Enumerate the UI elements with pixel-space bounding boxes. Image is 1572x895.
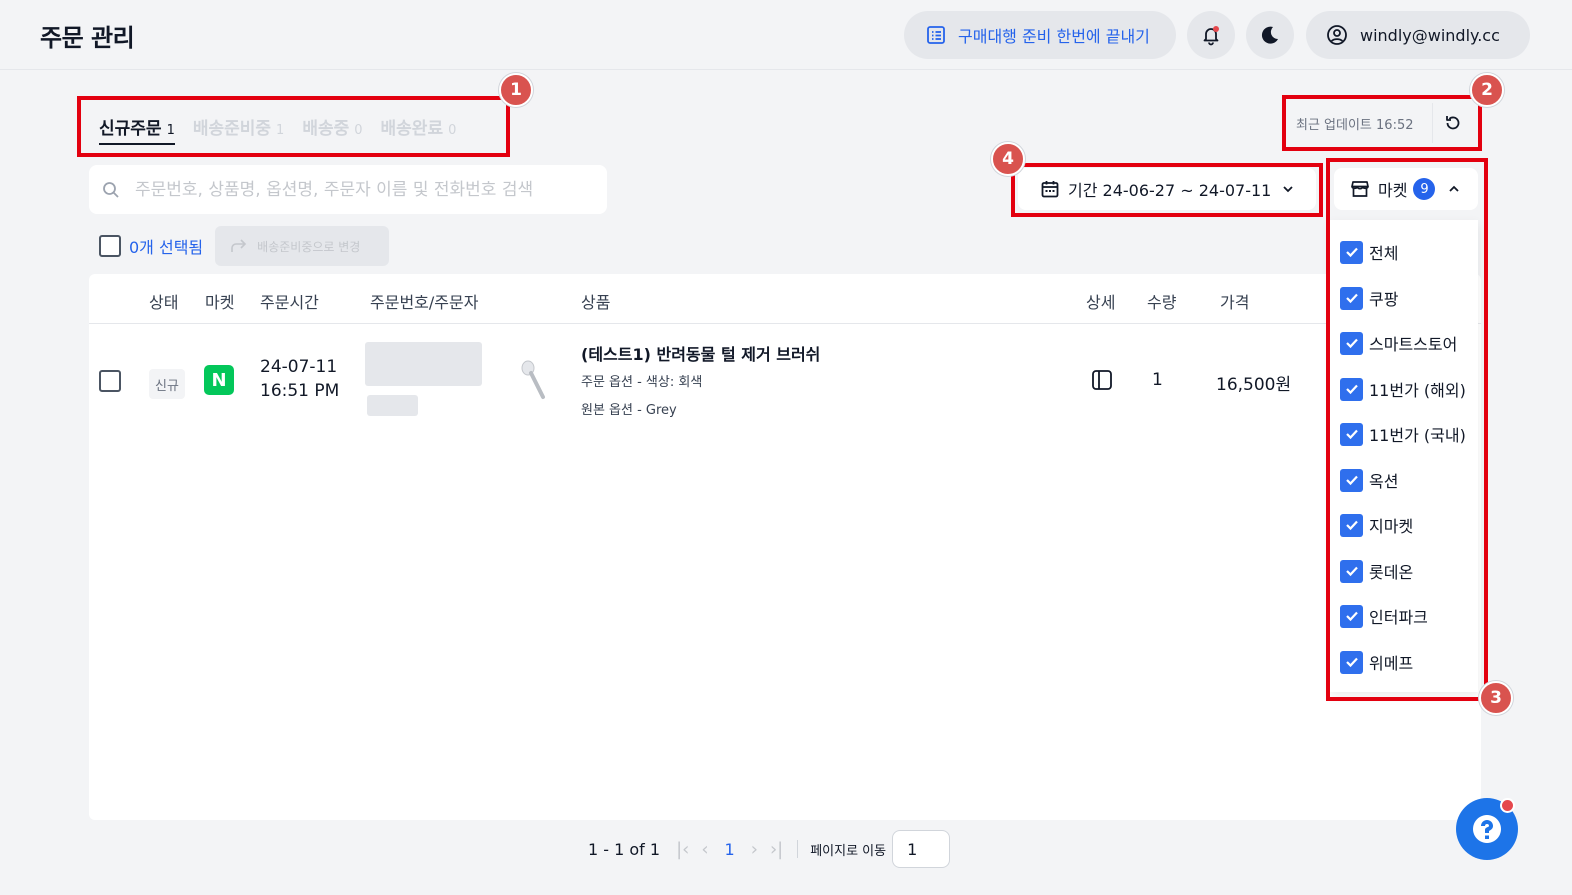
naver-market-logo: N — [204, 365, 234, 395]
highlight-box-update — [1282, 95, 1482, 151]
column-header-order-time: 주문시간 — [260, 293, 319, 312]
first-page-icon[interactable]: |‹ — [676, 839, 689, 860]
column-header-quantity: 수량 — [1147, 293, 1177, 312]
next-page-icon[interactable]: › — [751, 839, 758, 860]
order-time: 24-07-11 16:51 PM — [260, 355, 339, 403]
highlight-box-period — [1011, 163, 1323, 217]
orderer-placeholder — [367, 395, 418, 416]
question-icon — [1473, 815, 1502, 843]
selection-toolbar: 0개 선택됨 배송준비중으로 변경 — [99, 226, 390, 266]
notification-button[interactable] — [1187, 11, 1235, 59]
search-box — [89, 165, 607, 214]
page-range: 1 - 1 of 1 — [588, 839, 661, 859]
page-title: 주문 관리 — [40, 24, 135, 52]
column-header-price: 가격 — [1220, 293, 1250, 312]
selected-count: 0개 선택됨 — [129, 238, 204, 257]
annotation-marker-3: 3 — [1479, 681, 1513, 715]
column-header-product: 상품 — [581, 293, 611, 312]
orders-table: 상태 마켓 주문시간 주문번호/주문자 상품 상세 수량 가격 신규 N 24-… — [89, 274, 1481, 820]
goto-page-label: 페이지로 이동 — [810, 843, 887, 859]
order-number-placeholder — [365, 342, 482, 386]
bell-icon — [1203, 26, 1219, 46]
last-page-icon[interactable]: ›| — [770, 839, 783, 860]
pagination: 1 - 1 of 1 |‹ ‹ 1 › ›| 페이지로 이동 — [588, 829, 951, 869]
user-email: windly@windly.cc — [1360, 25, 1500, 45]
table-header: 상태 마켓 주문시간 주문번호/주문자 상품 상세 수량 가격 — [89, 274, 1481, 324]
prev-page-icon[interactable]: ‹ — [701, 839, 708, 860]
annotation-marker-1: 1 — [499, 73, 533, 107]
product-thumbnail — [521, 360, 545, 399]
column-header-status: 상태 — [149, 293, 179, 312]
promo-label: 구매대행 준비 한번에 끝내기 — [958, 27, 1150, 46]
table-row[interactable]: 신규 N 24-07-11 16:51 PM (테스트1) 반려동물 털 제거 … — [89, 325, 1481, 435]
help-notification-dot — [1500, 798, 1515, 813]
status-badge: 신규 — [149, 369, 185, 399]
row-checkbox[interactable] — [99, 370, 121, 392]
top-bar: 주문 관리 구매대행 준비 한번에 끝내기 windly@windly.cc — [0, 0, 1572, 70]
original-option: 원본 옵션 - Grey — [581, 403, 677, 418]
quantity: 1 — [1152, 370, 1163, 390]
column-header-order-number: 주문번호/주문자 — [370, 293, 479, 312]
order-clock: 16:51 PM — [260, 381, 340, 401]
promo-guide-button[interactable]: 구매대행 준비 한번에 끝내기 — [904, 11, 1176, 59]
highlight-box-tabs — [77, 96, 510, 157]
price: 16,500원 — [1216, 375, 1292, 395]
annotation-marker-2: 2 — [1470, 73, 1504, 107]
column-header-detail: 상세 — [1086, 293, 1116, 312]
user-menu-button[interactable]: windly@windly.cc — [1306, 11, 1530, 59]
product-name[interactable]: (테스트1) 반려동물 털 제거 브러쉬 — [581, 341, 820, 365]
forward-arrow-icon — [231, 239, 247, 252]
order-option: 주문 옵션 - 색상: 회색 — [581, 375, 703, 390]
annotation-marker-4: 4 — [991, 142, 1025, 176]
goto-page-input[interactable] — [892, 830, 951, 868]
dark-mode-button[interactable] — [1246, 11, 1294, 59]
side-panel-icon[interactable] — [1091, 369, 1113, 391]
change-to-preparing-button[interactable]: 배송준비중으로 변경 — [215, 226, 390, 266]
user-circle-icon — [1327, 25, 1347, 45]
pager-divider — [797, 840, 799, 858]
select-all-checkbox[interactable] — [99, 235, 121, 257]
moon-icon — [1261, 26, 1278, 44]
list-icon — [927, 26, 945, 44]
highlight-box-market — [1326, 158, 1488, 701]
change-status-label: 배송준비중으로 변경 — [257, 239, 361, 254]
current-page[interactable]: 1 — [725, 840, 735, 859]
search-input[interactable] — [135, 179, 595, 200]
column-header-market: 마켓 — [205, 293, 235, 312]
order-date: 24-07-11 — [260, 357, 338, 377]
search-icon — [103, 181, 119, 198]
